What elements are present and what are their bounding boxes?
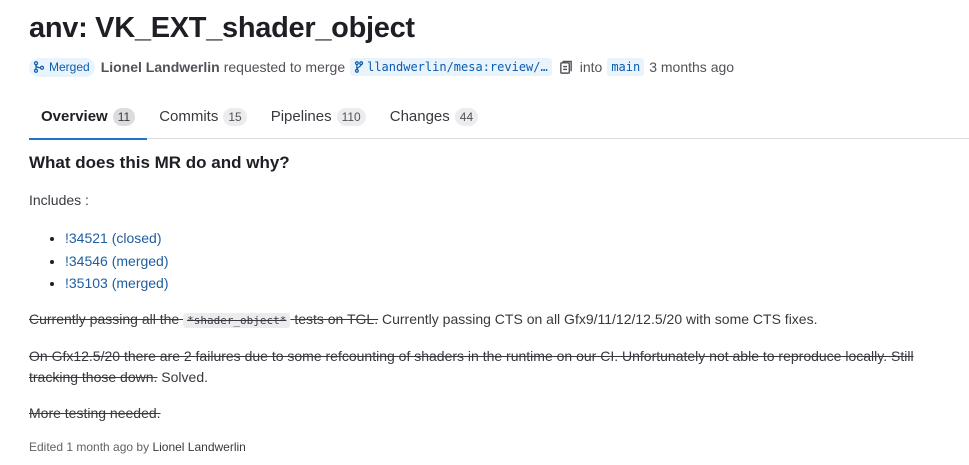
source-branch[interactable]: llandwerlin/mesa:review/… [350,58,552,76]
mr-meta-line: Merged Lionel Landwerlin requested to me… [29,57,734,77]
edited-text: Edited 1 month ago by [29,439,150,454]
author-link[interactable]: Lionel Landwerlin [101,59,220,75]
struck-text: tests on TGL. [294,310,379,327]
mr-link[interactable]: !35103 (merged) [65,275,169,291]
inline-code: *shader_object* [183,312,291,328]
included-mr-list: !34521 (closed) !34546 (merged) !35103 (… [29,227,959,295]
tab-changes[interactable]: Changes 44 [378,94,490,139]
list-item: !34521 (closed) [65,227,959,250]
struck-text: Currently passing all the [29,310,180,327]
source-branch-name: llandwerlin/mesa:review/… [367,60,548,74]
mr-title: anv: VK_EXT_shader_object [29,12,415,44]
paragraph-text: Currently passing CTS on all Gfx9/11/12/… [378,310,818,327]
merge-action-text: requested to merge [223,59,346,75]
into-text: into [579,59,603,75]
tab-count: 110 [336,107,366,126]
tab-overview[interactable]: Overview 11 [29,94,148,140]
mr-tabs: Overview 11 Commits 15 Pipelines 110 Cha… [29,94,969,140]
paragraph-text: Solved. [157,368,208,385]
tab-commits[interactable]: Commits 15 [147,94,259,139]
copy-branch-button[interactable] [557,58,575,76]
description-paragraph: More testing needed. [29,403,959,424]
tab-count: 15 [223,107,247,126]
tab-count: 44 [454,107,479,126]
mr-link[interactable]: !34521 (closed) [65,230,162,246]
mr-description: What does this MR do and why? Includes :… [29,150,959,456]
mr-link[interactable]: !34546 (merged) [65,253,169,269]
tab-label: Changes [389,108,450,125]
status-badge: Merged [29,57,95,77]
tab-count: 11 [112,107,136,126]
copy-icon [559,60,572,74]
description-heading: What does this MR do and why? [29,153,290,172]
merge-icon [33,61,45,73]
description-paragraph: On Gfx12.5/20 there are 2 failures due t… [29,346,959,388]
target-branch[interactable]: main [607,58,645,76]
tab-label: Pipelines [270,108,332,125]
status-label: Merged [49,60,90,74]
tab-label: Overview [41,108,108,125]
struck-text: More testing needed. [29,404,161,421]
merge-time: 3 months ago [649,59,735,75]
description-paragraph: Currently passing all the *shader_object… [29,309,959,331]
list-item: !35103 (merged) [65,272,959,295]
includes-label: Includes : [29,192,89,208]
tab-pipelines[interactable]: Pipelines 110 [259,94,378,139]
branch-icon [354,61,364,73]
editor-link[interactable]: Lionel Landwerlin [152,440,245,454]
list-item: !34546 (merged) [65,250,959,273]
edited-note: Edited 1 month ago by Lionel Landwerlin [29,438,959,456]
tab-label: Commits [159,108,219,125]
